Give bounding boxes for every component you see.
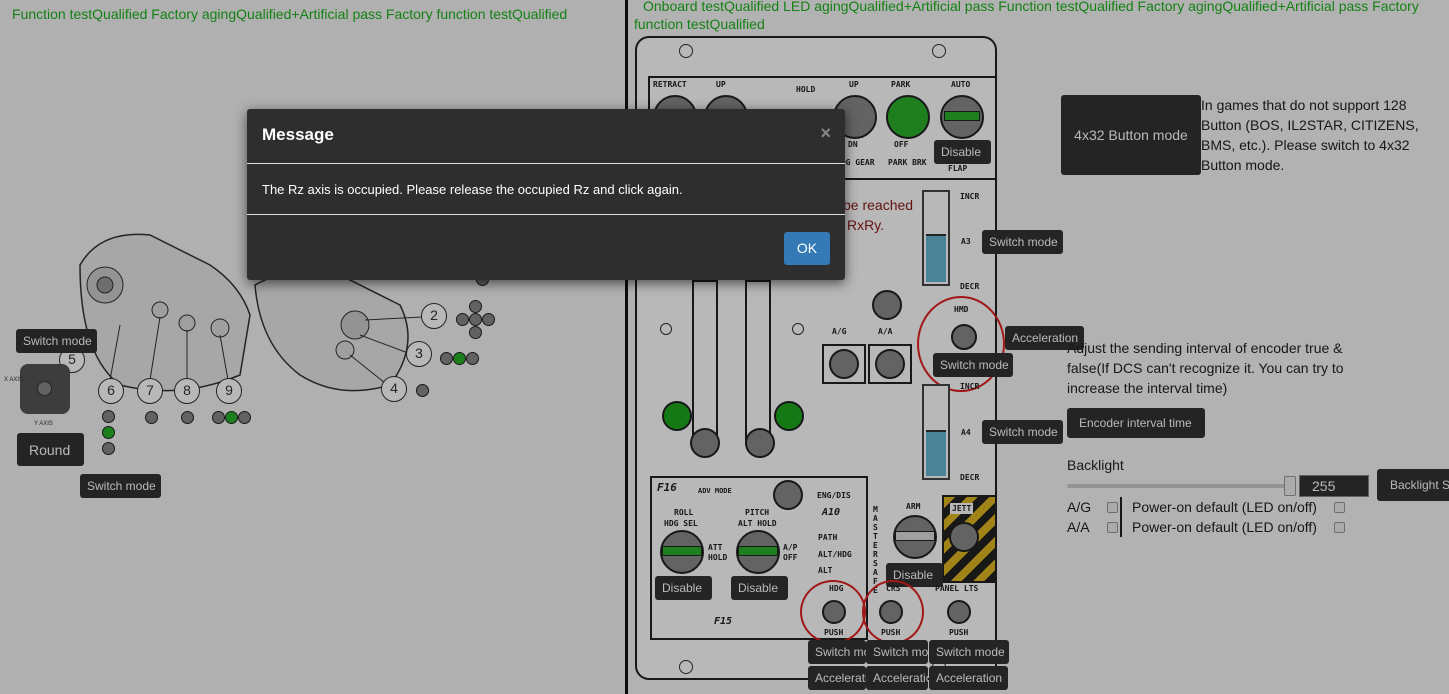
dialog-body: The Rz axis is occupied. Please release …	[247, 165, 845, 215]
close-icon[interactable]: ×	[820, 123, 831, 144]
message-dialog: Message × The Rz axis is occupied. Pleas…	[247, 109, 845, 280]
dialog-header: Message ×	[247, 109, 845, 164]
dialog-title: Message	[262, 125, 334, 144]
app-screen: Function testQualified Factory agingQual…	[0, 0, 1449, 694]
dialog-message: The Rz axis is occupied. Please release …	[262, 182, 683, 197]
ok-button[interactable]: OK	[784, 232, 830, 265]
modal-backdrop[interactable]	[0, 0, 1449, 694]
